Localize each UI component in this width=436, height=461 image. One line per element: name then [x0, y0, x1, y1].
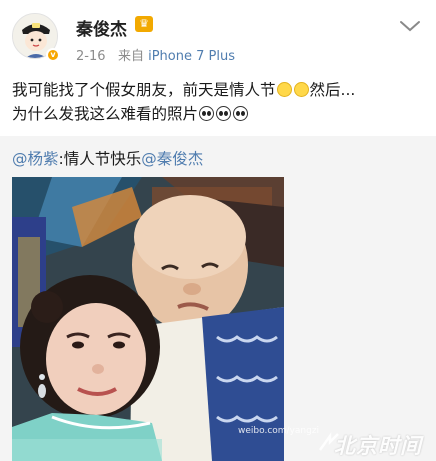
panda-emoji-icon	[199, 106, 215, 121]
repost-photo[interactable]	[12, 177, 284, 461]
repost-text: @杨紫:情人节快乐@秦俊杰	[12, 147, 203, 169]
post-line-1-suffix: 然后...	[309, 81, 356, 99]
repost-message: :情人节快乐	[58, 150, 142, 168]
post-date: 2-16	[76, 49, 106, 64]
panda-emoji-icon	[216, 106, 232, 121]
selfie-photo-image	[12, 177, 284, 461]
author-name[interactable]: 秦俊杰	[76, 15, 127, 40]
post-line-1: 我可能找了个假女朋友，前天是情人节	[12, 81, 276, 99]
verified-badge: v	[46, 48, 60, 62]
laugh-cry-emoji-icon	[293, 82, 309, 97]
post-meta: 2-16 来自 iPhone 7 Plus	[76, 45, 235, 64]
chevron-down-icon[interactable]	[398, 18, 422, 34]
post-line-2: 为什么发我这么难看的照片	[12, 105, 199, 123]
post-header: v 秦俊杰 ♛ 2-16 来自 iPhone 7 Plus	[0, 0, 436, 70]
device-link[interactable]: iPhone 7 Plus	[148, 49, 235, 64]
repost-box[interactable]: @杨紫:情人节快乐@秦俊杰	[0, 136, 436, 461]
laugh-cry-emoji-icon	[276, 82, 292, 97]
site-watermark: 北京时间	[334, 434, 422, 458]
post-body: 我可能找了个假女朋友，前天是情人节 然后... 为什么发我这么难看的照片	[12, 78, 426, 126]
panda-emoji-icon	[233, 106, 249, 121]
source-prefix: 来自	[117, 49, 144, 64]
mention-link[interactable]: @秦俊杰	[141, 150, 203, 168]
crown-icon: ♛	[135, 16, 153, 32]
mention-link[interactable]: @杨紫	[12, 150, 59, 168]
weibo-watermark: weibo.com/yangzi	[238, 426, 320, 436]
weibo-post: v 秦俊杰 ♛ 2-16 来自 iPhone 7 Plus 我可能找了个假女朋友…	[0, 0, 436, 461]
